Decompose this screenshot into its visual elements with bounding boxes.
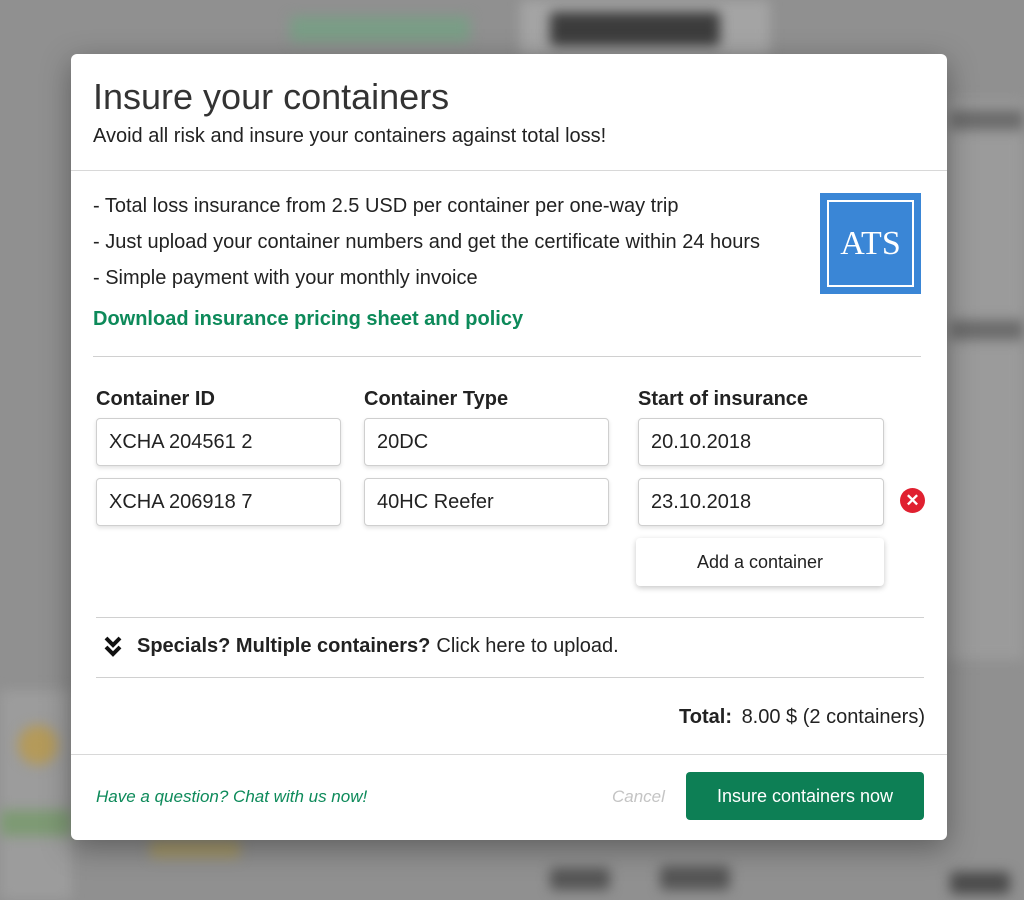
modal-subtitle: Avoid all risk and insure your container… [93,125,607,147]
chat-link[interactable]: Have a question? Chat with us now! [96,787,367,807]
container-type-input[interactable] [364,478,609,526]
start-date-input[interactable] [638,478,884,526]
modal-header: Insure your containers Avoid all risk an… [71,54,947,171]
container-id-header: Container ID [96,388,215,410]
double-chevron-down-icon [104,636,122,657]
specials-upload-toggle[interactable]: Specials? Multiple containers? Click her… [103,634,619,658]
divider [96,617,924,618]
insure-containers-button[interactable]: Insure containers now [686,772,924,820]
download-pricing-link[interactable]: Download insurance pricing sheet and pol… [93,308,523,331]
container-id-input[interactable] [96,478,341,526]
total-value: 8.00 $ (2 containers) [741,706,925,728]
feature-item: - Just upload your container numbers and… [93,231,761,253]
feature-item: - Total loss insurance from 2.5 USD per … [93,195,679,217]
background-badge [18,725,58,765]
feature-list: - Total loss insurance from 2.5 USD per … [93,194,760,302]
divider [96,677,924,678]
container-type-header: Container Type [364,388,509,410]
cancel-button[interactable]: Cancel [612,787,665,807]
background-bar [0,810,72,836]
modal-title: Insure your containers [93,76,450,117]
total-summary: Total: 8.00 $ (2 containers) [679,706,925,729]
background-footer-item [660,866,730,890]
add-container-button[interactable]: Add a container [636,538,884,586]
start-date-input[interactable] [638,418,884,466]
background-footer-item [550,868,610,890]
specials-bold-text: Specials? Multiple containers? [137,634,431,657]
background-footer-item [950,872,1010,894]
background-panel [946,100,1024,660]
specials-upload-text: Click here to upload. [436,634,619,657]
background-heading [550,12,720,46]
background-panel [0,690,72,900]
ats-logo: ATS [820,193,921,294]
background-row [950,110,1024,130]
background-bar [150,840,240,858]
container-id-input[interactable] [96,418,341,466]
footer-divider [71,754,947,755]
container-type-input[interactable] [364,418,609,466]
background-tab [290,16,470,42]
insurance-modal: Insure your containers Avoid all risk an… [71,54,947,840]
total-label: Total: [679,706,732,728]
background-row [950,320,1024,340]
feature-item: - Simple payment with your monthly invoi… [93,267,478,289]
ats-logo-text: ATS [827,200,914,287]
start-of-insurance-header: Start of insurance [638,388,809,410]
remove-circle-icon[interactable]: ✕ [900,488,925,513]
divider [93,356,921,357]
